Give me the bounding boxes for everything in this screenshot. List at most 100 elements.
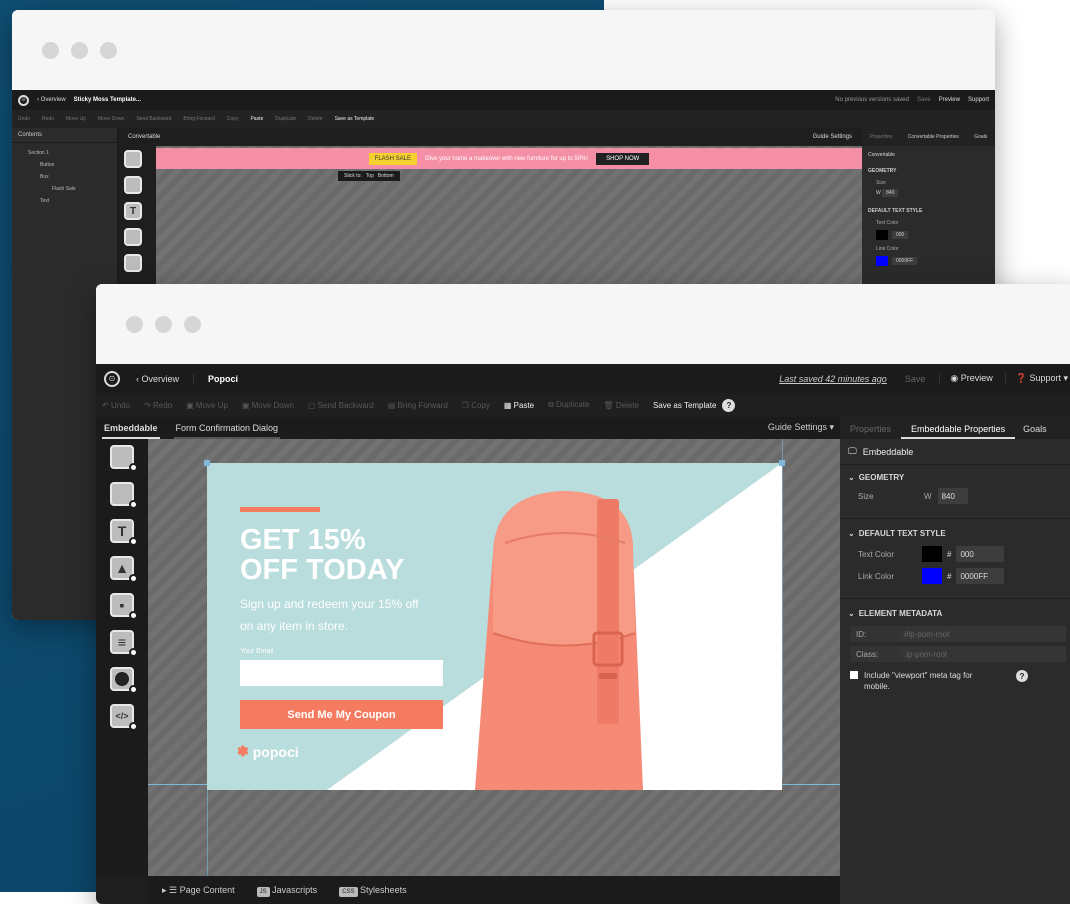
back-undo[interactable]: Undo	[18, 116, 30, 122]
move-up-button[interactable]: ▣ Move Up	[186, 401, 228, 410]
text-tool-icon[interactable]: T	[110, 519, 138, 546]
bring-forward-button[interactable]: ▤ Bring Forward	[388, 401, 448, 410]
width-input[interactable]: 840	[937, 488, 968, 504]
back-overview-link[interactable]: ‹ Overview	[37, 97, 66, 103]
guide-settings-menu[interactable]: Guide Settings ▾	[768, 422, 834, 439]
window-dot-icon	[184, 315, 201, 333]
stylesheets-label: Stylesheets	[360, 885, 407, 895]
back-tab-properties[interactable]: Properties	[870, 134, 893, 140]
tree-item[interactable]: Box	[12, 171, 117, 183]
back-tab-goals[interactable]: Goals	[974, 134, 987, 140]
back-save-button[interactable]: Save	[917, 97, 931, 103]
back-text-color-input[interactable]: 000	[892, 231, 909, 239]
viewport-checkbox[interactable]	[850, 671, 858, 679]
id-input[interactable]: #lp-pom-root	[898, 626, 1066, 642]
last-saved-link[interactable]: Last saved 42 minutes ago	[779, 374, 887, 384]
eye-icon: ◉	[950, 373, 961, 383]
back-guide-settings[interactable]: Guide Settings	[813, 134, 852, 140]
window-dot-icon	[42, 41, 59, 59]
save-button[interactable]: Save	[905, 374, 926, 384]
box-tool-icon[interactable]	[110, 445, 138, 472]
back-copy[interactable]: Copy	[227, 116, 239, 122]
back-redo[interactable]: Redo	[42, 116, 54, 122]
back-duplicate[interactable]: Duplicate	[275, 116, 296, 122]
text-color-swatch[interactable]	[922, 546, 942, 562]
help-icon[interactable]: ?	[722, 398, 736, 412]
app-logo-icon[interactable]: ⊙	[18, 94, 29, 106]
paste-button[interactable]: ▦ Paste	[504, 401, 534, 410]
code-tool-icon[interactable]: </>	[110, 704, 138, 731]
button-tool-icon[interactable]: ▪	[110, 593, 138, 620]
section-tool-icon[interactable]	[110, 482, 138, 509]
back-delete[interactable]: Delete	[308, 116, 322, 122]
back-save-template[interactable]: Save as Template	[335, 116, 375, 122]
tab-goals[interactable]: Goals	[1015, 424, 1055, 439]
tree-item[interactable]: Flash Sale	[12, 183, 117, 195]
tab-properties[interactable]: Properties	[840, 424, 901, 439]
text-tool-icon[interactable]: T	[124, 202, 142, 220]
section-tool-icon[interactable]	[124, 176, 142, 194]
back-preview-button[interactable]: Preview	[939, 97, 960, 103]
geometry-section[interactable]: ⌄ GEOMETRY	[840, 465, 1070, 488]
popup-embeddable[interactable]: GET 15% OFF TODAY Sign up and redeem you…	[207, 463, 782, 790]
tree-item[interactable]: Text	[12, 195, 117, 207]
stick-top-radio[interactable]: Top	[366, 173, 374, 179]
text-color-input[interactable]: 000	[956, 546, 1005, 562]
shop-now-button[interactable]: SHOP NOW	[596, 152, 650, 165]
tab-form-confirmation[interactable]: Form Confirmation Dialog	[173, 423, 281, 439]
back-link-swatch[interactable]	[876, 256, 888, 266]
back-tab-convertable[interactable]: Convertable	[128, 134, 160, 140]
save-template-button[interactable]: Save as Template	[653, 401, 716, 410]
link-color-swatch[interactable]	[922, 568, 942, 584]
tab-embeddable[interactable]: Embeddable	[102, 423, 160, 439]
delete-button[interactable]: 🗑 Delete	[603, 401, 639, 410]
back-w-label: W	[876, 190, 881, 196]
back-support-menu[interactable]: Support	[968, 97, 989, 103]
link-color-input[interactable]: 0000FF	[956, 568, 1005, 584]
back-tab-convertable-properties[interactable]: Convertable Properties	[908, 134, 959, 140]
email-input[interactable]	[240, 660, 443, 686]
metadata-label: ELEMENT METADATA	[858, 609, 943, 618]
app-logo-icon[interactable]: ⊙	[104, 370, 120, 387]
back-bring-forward[interactable]: Bring Forward	[183, 116, 214, 122]
image-tool-icon[interactable]: ▲	[110, 556, 138, 583]
stylesheets-button[interactable]: CSS Stylesheets	[339, 885, 407, 897]
back-paste[interactable]: Paste	[250, 116, 263, 122]
back-move-up[interactable]: Move Up	[66, 116, 86, 122]
text-style-section[interactable]: ⌄ DEFAULT TEXT STYLE	[840, 519, 1070, 546]
copy-button[interactable]: ❐ Copy	[462, 401, 490, 410]
back-link-color-input[interactable]: 0000FF	[892, 257, 918, 265]
flash-sale-banner[interactable]: FLASH SALE Give your home a makeover wit…	[156, 148, 862, 169]
tree-item[interactable]: Section 1	[12, 147, 117, 159]
resize-handle[interactable]	[204, 460, 210, 466]
redo-button[interactable]: ↷ Redo	[144, 401, 172, 410]
stick-to-control[interactable]: Stick to: Top Bottom	[338, 171, 400, 181]
back-width-input[interactable]: 840	[882, 189, 899, 197]
class-input[interactable]: .lp-pom-root	[898, 646, 1066, 662]
stick-bottom-radio[interactable]: Bottom	[378, 173, 394, 179]
preview-button[interactable]: ◉ Preview	[939, 373, 993, 384]
send-coupon-button[interactable]: Send Me My Coupon	[240, 700, 443, 729]
metadata-section[interactable]: ⌄ ELEMENT METADATA	[840, 599, 1070, 626]
move-down-button[interactable]: ▣ Move Down	[242, 401, 294, 410]
duplicate-button[interactable]: ⧉ Duplicate	[548, 400, 589, 410]
javascripts-button[interactable]: JS Javascripts	[256, 885, 317, 897]
tab-embeddable-properties[interactable]: Embeddable Properties	[901, 424, 1016, 439]
back-move-down[interactable]: Move Down	[98, 116, 124, 122]
image-tool-icon[interactable]	[124, 228, 142, 246]
back-send-backward[interactable]: Send Backward	[136, 116, 171, 122]
help-icon[interactable]: ?	[1016, 670, 1028, 682]
form-tool-icon[interactable]: ≡	[110, 630, 138, 657]
undo-button[interactable]: ↶ Undo	[102, 401, 130, 410]
button-tool-icon[interactable]	[124, 254, 142, 272]
tree-item[interactable]: Button	[12, 159, 117, 171]
overview-link[interactable]: ‹ Overview	[136, 373, 195, 384]
support-menu[interactable]: ❓ Support ▾	[1004, 373, 1068, 384]
resize-handle[interactable]	[779, 460, 785, 466]
back-toolbar: Undo Redo Move Up Move Down Send Backwar…	[12, 110, 995, 128]
video-tool-icon[interactable]	[110, 667, 138, 694]
send-backward-button[interactable]: ▢ Send Backward	[308, 401, 374, 410]
box-tool-icon[interactable]	[124, 150, 142, 168]
back-text-swatch[interactable]	[876, 230, 888, 240]
page-content-button[interactable]: ▸ ☰ Page Content	[162, 885, 235, 896]
